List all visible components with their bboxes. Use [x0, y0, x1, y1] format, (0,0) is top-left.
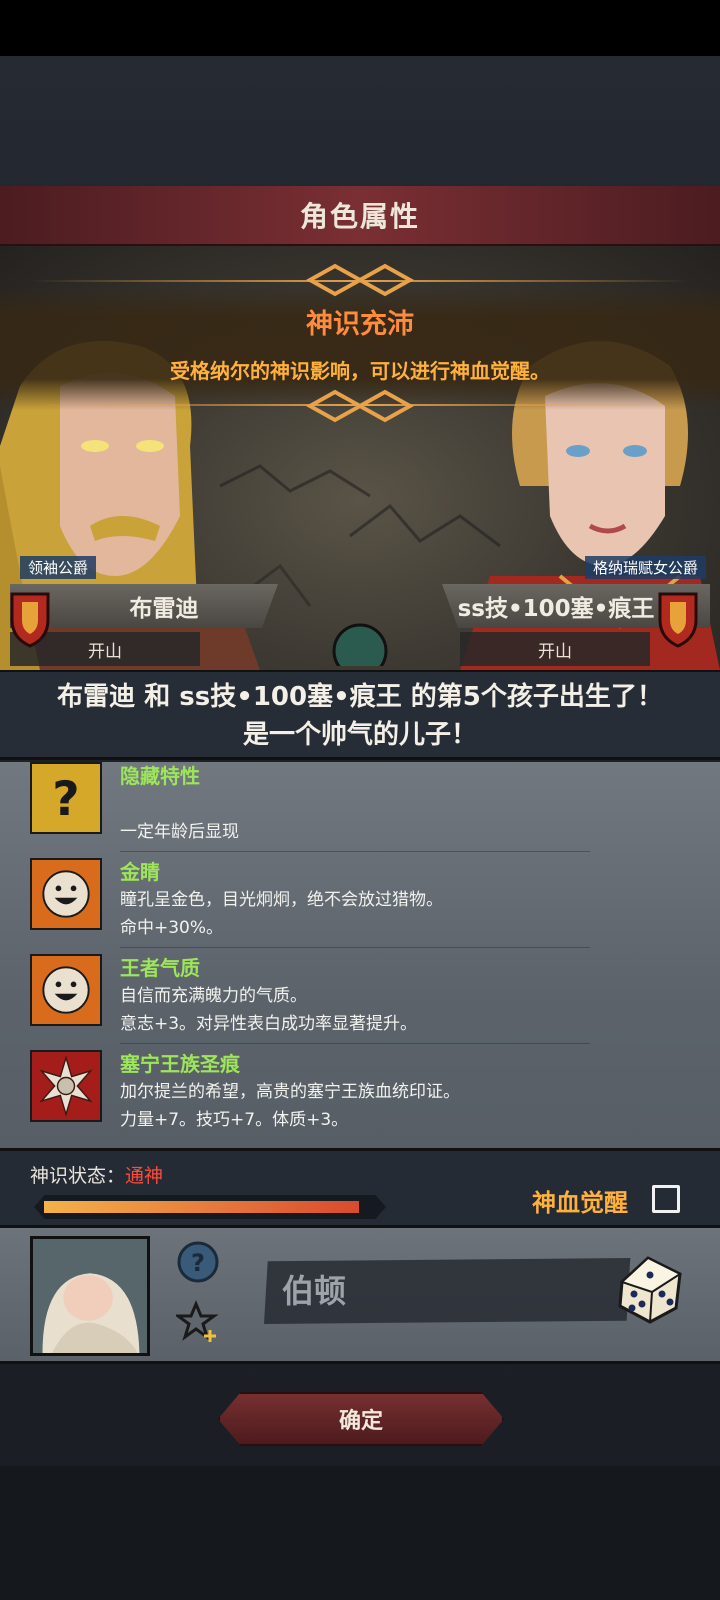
mother-name: ss技•100塞•痕王 [457, 596, 655, 622]
trait-description: 自信而充满魄力的气质。 意志+3。对异性表白成功率显著提升。 [120, 982, 680, 1038]
banner-description: 受格纳尔的神识影响，可以进行神血觉醒。 [170, 359, 550, 383]
trait-description: 一定年龄后显现 [120, 790, 680, 846]
favorite-add-icon[interactable] [176, 1300, 220, 1344]
trait-desc-line-1: 瞳孔呈金色，目光炯炯，绝不会放过猎物。 [120, 890, 443, 910]
banner-title: 神识充沛 [306, 309, 414, 340]
divine-status-bar: 神识状态：通神 神血觉醒 [0, 1148, 720, 1228]
traits-list[interactable]: ? 隐藏特性 一定年龄后显现 金睛 瞳孔呈金色，目光炯炯，绝不会放过猎物。 命中… [0, 762, 720, 1148]
blood-awaken-label: 神血觉醒 [532, 1189, 628, 1217]
mother-shield-icon [658, 592, 698, 648]
trait-desc-line-2: 命中+30%。 [120, 918, 224, 938]
status-label-text: 神识状态： [30, 1165, 126, 1187]
dice-random-icon[interactable] [614, 1252, 688, 1326]
mother-rank: 格纳瑞赋女公爵 [584, 556, 706, 579]
divine-status-label: 神识状态：通神 [30, 1161, 163, 1188]
father-rank: 领袖公爵 [20, 556, 97, 579]
trait-item[interactable]: 塞宁王族圣痕 加尔提兰的希望，高贵的塞宁王族血统印证。 力量+7。技巧+7。体质… [30, 1044, 690, 1140]
status-bar-area [0, 0, 720, 56]
birth-announcement: 布雷迪 和 ss技•100塞•痕王 的第5个孩子出生了！ 是一个帅气的儿子！ [0, 670, 720, 760]
trait-description: 加尔提兰的希望，高贵的塞宁王族血统印证。 力量+7。技巧+7。体质+3。 [120, 1078, 680, 1134]
birth-line-1: 布雷迪 和 ss技•100塞•痕王 的第5个孩子出生了！ [57, 682, 663, 712]
divine-progress-fill [44, 1201, 359, 1213]
trait-item[interactable]: 王者气质 自信而充满魄力的气质。 意志+3。对异性表白成功率显著提升。 [30, 948, 690, 1044]
ornament-knot-icon [305, 263, 415, 297]
dialog-title: 角色属性 [299, 200, 420, 233]
trait-name: 塞宁王族圣痕 [120, 1052, 240, 1076]
trait-name: 金睛 [120, 860, 160, 884]
trait-desc-line-2: 一定年龄后显现 [120, 822, 239, 842]
father-shield-icon [10, 592, 50, 648]
trait-desc-line-1: 加尔提兰的希望，高贵的塞宁王族血统印证。 [120, 1082, 460, 1102]
trait-desc-line-2: 意志+3。对异性表白成功率显著提升。 [120, 1014, 418, 1034]
divine-progress-bar [34, 1195, 386, 1219]
sun-sigil-icon [30, 1050, 102, 1122]
status-value: 通神 [125, 1165, 164, 1187]
trait-description: 瞳孔呈金色，目光炯炯，绝不会放过猎物。 命中+30%。 [120, 886, 680, 942]
trait-item[interactable]: ? 隐藏特性 一定年龄后显现 [30, 762, 690, 852]
birth-line-2: 是一个帅气的儿子！ [242, 720, 477, 750]
trait-desc-line-1: 自信而充满魄力的气质。 [120, 986, 307, 1006]
svg-text:?: ? [191, 1249, 205, 1277]
ornament-knot-icon [305, 389, 415, 423]
smiling-face-icon [30, 858, 102, 930]
question-mark-icon: ? [30, 762, 102, 834]
mother-subtitle: 开山 [460, 632, 650, 666]
help-icon[interactable]: ? [176, 1240, 220, 1284]
trait-name: 隐藏特性 [120, 764, 200, 788]
blood-awaken-checkbox[interactable] [652, 1185, 680, 1213]
bottom-area [0, 1466, 720, 1600]
child-name-input[interactable]: 伯顿 [264, 1258, 631, 1324]
confirm-button[interactable]: 确定 [218, 1392, 504, 1446]
trait-name: 王者气质 [120, 956, 200, 980]
dialog-title-bar: 角色属性 [0, 186, 720, 246]
father-name: 布雷迪 [129, 596, 199, 622]
trait-desc-line-1 [120, 790, 680, 818]
child-panel: ? 伯顿 [0, 1228, 720, 1364]
trait-desc-line-2: 力量+7。技巧+7。体质+3。 [120, 1110, 349, 1130]
baby-avatar [30, 1236, 150, 1356]
trait-item[interactable]: 金睛 瞳孔呈金色，目光炯炯，绝不会放过猎物。 命中+30%。 [30, 852, 690, 948]
smiling-face-icon [30, 954, 102, 1026]
svg-text:?: ? [52, 772, 79, 827]
banner-bottom-ornament [30, 404, 690, 406]
